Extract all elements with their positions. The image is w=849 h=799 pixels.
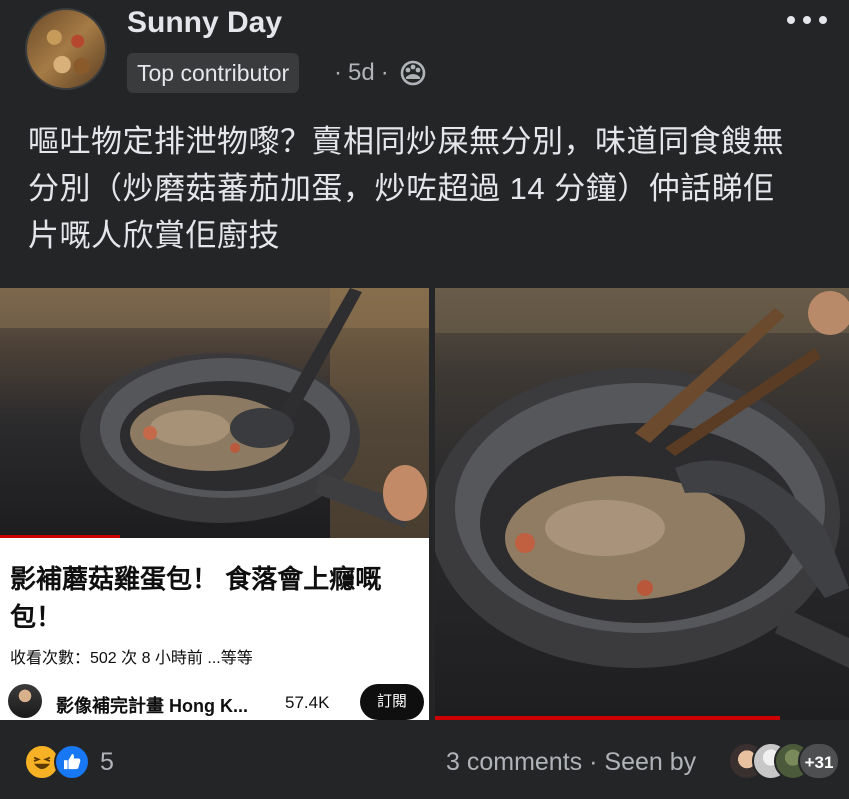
video-title[interactable]: 影補蘑菇雞蛋包！ 食落會上癮嘅包！ [10, 560, 410, 636]
pan-illustration [0, 288, 429, 538]
more-options-icon[interactable] [787, 8, 827, 32]
channel-avatar[interactable] [8, 684, 42, 718]
subscribe-button[interactable]: 訂閱 [360, 684, 424, 720]
top-contributor-badge[interactable]: Top contributor [127, 53, 300, 93]
channel-name[interactable]: 影像補完計畫 Hong K... [56, 692, 248, 718]
post-text-line: 片嘅人欣賞佢廚技 [28, 218, 280, 253]
seen-more-count[interactable]: +31 [798, 742, 840, 780]
screenshot-image-right[interactable] [435, 288, 849, 720]
separator-dot: · [334, 59, 342, 86]
video-progress-bar-right [435, 716, 780, 720]
comments-seen-row[interactable]: 3 comments · Seen by [446, 748, 696, 777]
friends-privacy-icon[interactable] [399, 59, 427, 87]
author-avatar[interactable] [25, 8, 107, 90]
separator-dot: · [589, 748, 605, 776]
video-stats: 收看次數：502 次 8 小時前 ...等等 [10, 650, 253, 667]
seen-by-label[interactable]: Seen by [604, 748, 696, 776]
reaction-count[interactable]: 5 [100, 748, 114, 777]
comment-count[interactable]: 3 comments [446, 748, 582, 776]
post-text: 嘔吐物定排泄物嚟？賣相同炒屎無分別，味道同食餿無 分別（炒磨菇蕃茄加蛋，炒咗超過… [28, 118, 828, 259]
post-text-line: 分別（炒磨菇蕃茄加蛋，炒咗超過 14 分鐘）仲話睇佢 [28, 171, 775, 206]
image-divider [429, 288, 435, 720]
post-time[interactable]: 5d [348, 59, 375, 86]
post-meta: · 5d · [328, 56, 395, 90]
facebook-post: Sunny Day Top contributor · 5d · 嘔吐物定排泄物嚟？… [0, 0, 849, 799]
pan-closeup-illustration [435, 288, 849, 668]
post-text-line: 嘔吐物定排泄物嚟？賣相同炒屎無分別，味道同食餿無 [28, 124, 784, 159]
screenshot-image-left[interactable] [0, 288, 429, 538]
like-reaction-icon [54, 744, 90, 780]
author-name[interactable]: Sunny Day [127, 6, 282, 40]
video-card[interactable]: 影補蘑菇雞蛋包！ 食落會上癮嘅包！ 收看次數：502 次 8 小時前 ...等等… [0, 538, 429, 720]
subscriber-count: 57.4K [285, 693, 330, 712]
separator-dot: · [380, 59, 389, 86]
seen-by-avatars[interactable]: +31 [728, 742, 840, 782]
reaction-icons[interactable] [24, 744, 96, 782]
